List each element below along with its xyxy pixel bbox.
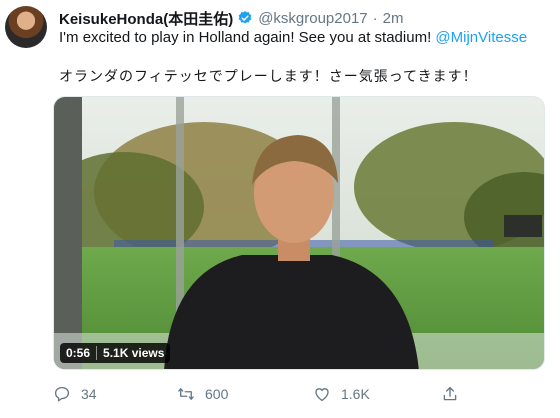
retweet-icon — [178, 388, 194, 400]
separator-dot: · — [372, 9, 378, 27]
retweet-count: 600 — [205, 386, 229, 402]
tweet-text: I'm excited to play in Holland again! Se… — [59, 29, 527, 46]
share-button[interactable] — [441, 385, 469, 403]
verified-icon — [237, 10, 253, 26]
tweet-text-japanese: オランダのフィテッセでプレーします！さー気張ってきます！ — [59, 68, 478, 84]
tweet-text-body: I'm excited to play in Holland again! Se… — [59, 29, 436, 46]
video-duration: 0:56 — [66, 346, 91, 360]
video-info-badge: 0:56 5.1K views — [60, 343, 171, 363]
reply-button[interactable]: 34 — [53, 385, 97, 403]
tweet-actions: 34 600 1.6K — [53, 385, 463, 409]
like-count: 1.6K — [341, 386, 370, 402]
video-thumbnail — [54, 97, 544, 369]
display-name[interactable]: KeisukeHonda(本田圭佑) — [59, 8, 233, 29]
like-icon — [315, 388, 329, 402]
user-handle[interactable]: @kskgroup2017 — [258, 10, 367, 27]
video-player[interactable]: 0:56 5.1K views — [53, 96, 545, 370]
tweet-timestamp[interactable]: 2m — [383, 10, 404, 27]
share-icon — [443, 386, 457, 401]
tweet-header: KeisukeHonda(本田圭佑) @kskgroup2017 · 2m — [59, 8, 404, 29]
video-views: 5.1K views — [103, 346, 165, 360]
like-button[interactable]: 1.6K — [313, 385, 370, 403]
retweet-button[interactable]: 600 — [177, 385, 228, 403]
mention-link[interactable]: @MijnVitesse — [435, 29, 527, 46]
reply-icon — [54, 386, 70, 402]
avatar[interactable] — [5, 6, 47, 48]
reply-count: 34 — [81, 386, 97, 402]
